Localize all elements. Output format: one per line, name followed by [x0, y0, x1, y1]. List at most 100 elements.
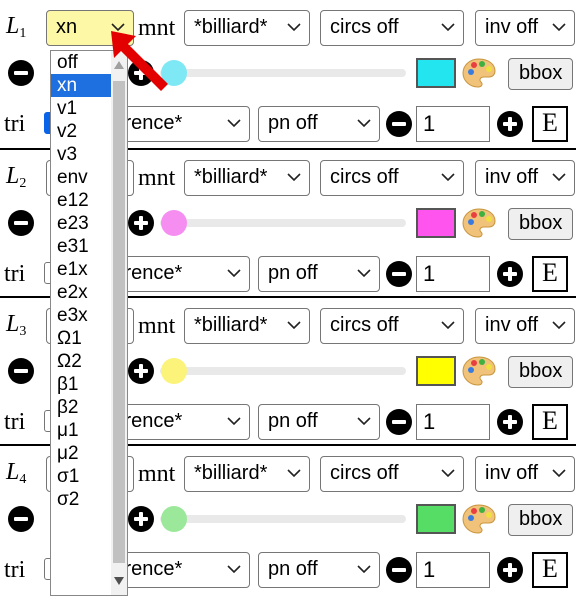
dropdown-option[interactable]: v2 [51, 120, 111, 143]
bbox-button[interactable]: bbox [508, 356, 574, 388]
chevron-down-icon [357, 417, 371, 426]
color-swatch[interactable] [416, 208, 456, 238]
dropdown-option[interactable]: e23 [51, 212, 111, 235]
pn-select[interactable]: pn off [258, 404, 380, 440]
plus-circle-icon[interactable] [497, 261, 523, 287]
palette-icon[interactable] [462, 207, 496, 239]
dropdown-option[interactable]: e12 [51, 189, 111, 212]
e-button[interactable]: E [532, 256, 568, 292]
color-swatch[interactable] [416, 58, 456, 88]
pn-select[interactable]: pn off [258, 106, 380, 142]
chevron-down-icon [287, 173, 301, 182]
panel-label: L1 [6, 13, 27, 41]
xn-dropdown-list[interactable]: off xn v1 v2 v3 env e12 e23 e31 e1x e2x e3x Ω1 Ω2 β1 β2… [50, 50, 128, 596]
dropdown-option[interactable]: v3 [51, 143, 111, 166]
inv-select[interactable]: inv off [475, 160, 575, 196]
panel-label: L3 [6, 311, 27, 339]
plus-circle-icon[interactable] [497, 409, 523, 435]
minus-circle-icon[interactable] [386, 557, 412, 583]
dropdown-option[interactable]: σ2 [51, 488, 111, 511]
dropdown-option[interactable]: xn [51, 74, 111, 97]
color-swatch[interactable] [416, 504, 456, 534]
minus-circle-icon[interactable] [8, 60, 34, 86]
inv-select[interactable]: inv off [475, 456, 575, 492]
slider-track[interactable] [160, 515, 406, 523]
e-button[interactable]: E [532, 106, 568, 142]
dropdown-option[interactable]: μ2 [51, 442, 111, 465]
chevron-down-icon [441, 321, 455, 330]
dropdown-option[interactable]: σ1 [51, 465, 111, 488]
dropdown-scrollbar[interactable] [111, 51, 127, 595]
plus-circle-icon[interactable] [128, 358, 154, 384]
slider-track[interactable] [160, 69, 406, 77]
chevron-down-icon [357, 565, 371, 574]
inv-select[interactable]: inv off [475, 10, 575, 46]
e-button[interactable]: E [532, 552, 568, 588]
number-input[interactable]: 1 [416, 404, 490, 440]
pn-select[interactable]: pn off [258, 552, 380, 588]
color-swatch[interactable] [416, 356, 456, 386]
inv-select[interactable]: inv off [475, 308, 575, 344]
scroll-down-icon[interactable] [114, 577, 124, 585]
bbox-button[interactable]: bbox [508, 504, 574, 536]
chevron-down-icon [287, 23, 301, 32]
chevron-down-icon [441, 23, 455, 32]
plus-circle-icon[interactable] [128, 506, 154, 532]
dropdown-option[interactable]: e2x [51, 281, 111, 304]
number-input[interactable]: 1 [416, 106, 490, 142]
dropdown-option[interactable]: e3x [51, 304, 111, 327]
pn-select[interactable]: pn off [258, 256, 380, 292]
plus-circle-icon[interactable] [497, 557, 523, 583]
dropdown-option[interactable]: v1 [51, 97, 111, 120]
slider-thumb[interactable] [161, 506, 187, 532]
minus-circle-icon[interactable] [8, 210, 34, 236]
dropdown-scroll-thumb[interactable] [113, 81, 125, 563]
circs-select[interactable]: circs off [320, 10, 464, 46]
billiard-select[interactable]: *billiard* [184, 456, 310, 492]
dropdown-option[interactable]: off [51, 51, 111, 74]
chevron-down-icon [552, 173, 566, 182]
billiard-select[interactable]: *billiard* [184, 160, 310, 196]
circs-select[interactable]: circs off [320, 308, 464, 344]
chevron-down-icon [552, 23, 566, 32]
chevron-down-icon [227, 417, 241, 426]
plus-circle-icon[interactable] [497, 111, 523, 137]
dropdown-option[interactable]: Ω1 [51, 327, 111, 350]
dropdown-option[interactable]: e1x [51, 258, 111, 281]
chevron-down-icon [552, 321, 566, 330]
number-input[interactable]: 1 [416, 552, 490, 588]
circs-select[interactable]: circs off [320, 160, 464, 196]
number-input[interactable]: 1 [416, 256, 490, 292]
chevron-down-icon [287, 321, 301, 330]
billiard-select[interactable]: *billiard* [184, 10, 310, 46]
palette-icon[interactable] [462, 503, 496, 535]
mnt-label: mnt [138, 165, 176, 191]
dropdown-option[interactable]: β2 [51, 396, 111, 419]
minus-circle-icon[interactable] [8, 358, 34, 384]
chevron-down-icon [441, 173, 455, 182]
minus-circle-icon[interactable] [386, 261, 412, 287]
chevron-down-icon [227, 269, 241, 278]
panel-label: L4 [6, 459, 27, 487]
e-button[interactable]: E [532, 404, 568, 440]
chevron-down-icon [357, 269, 371, 278]
billiard-select[interactable]: *billiard* [184, 308, 310, 344]
plus-circle-icon[interactable] [128, 210, 154, 236]
dropdown-option[interactable]: env [51, 166, 111, 189]
minus-circle-icon[interactable] [386, 409, 412, 435]
dropdown-option[interactable]: Ω2 [51, 350, 111, 373]
palette-icon[interactable] [462, 57, 496, 89]
minus-circle-icon[interactable] [8, 506, 34, 532]
palette-icon[interactable] [462, 355, 496, 387]
slider-thumb[interactable] [161, 358, 187, 384]
minus-circle-icon[interactable] [386, 111, 412, 137]
dropdown-option[interactable]: μ1 [51, 419, 111, 442]
slider-track[interactable] [160, 219, 406, 227]
dropdown-option[interactable]: e31 [51, 235, 111, 258]
dropdown-option[interactable]: β1 [51, 373, 111, 396]
slider-track[interactable] [160, 367, 406, 375]
bbox-button[interactable]: bbox [508, 58, 574, 90]
slider-thumb[interactable] [161, 210, 187, 236]
circs-select[interactable]: circs off [320, 456, 464, 492]
bbox-button[interactable]: bbox [508, 208, 574, 240]
